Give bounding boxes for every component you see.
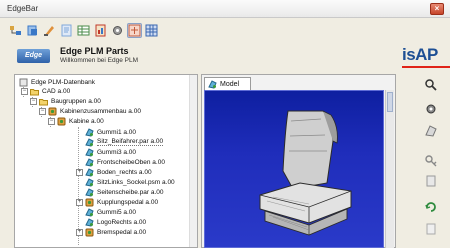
tree-item[interactable]: Kabinenzusammenbau a.00 bbox=[48, 106, 141, 116]
right-sidebar bbox=[420, 74, 450, 248]
header-banner: Edge Edge PLM Parts Willkommen bei Edge … bbox=[8, 42, 450, 70]
part-icon bbox=[85, 157, 94, 167]
tree-item[interactable]: Kupplungspedal a.00 bbox=[85, 197, 158, 207]
viewer-scrollbar[interactable] bbox=[385, 90, 394, 248]
tree-item[interactable]: Gummi5 a.00 bbox=[85, 207, 136, 217]
page-subtitle: Willkommen bei Edge PLM bbox=[60, 57, 139, 64]
window-title: EdgeBar bbox=[7, 4, 39, 13]
grid-button[interactable] bbox=[144, 23, 159, 38]
expander-kupplungspedal[interactable]: + bbox=[76, 199, 83, 206]
tab-model-label: Model bbox=[220, 80, 240, 88]
scroll-thumb[interactable] bbox=[387, 92, 393, 112]
part-icon bbox=[85, 177, 94, 187]
tree-item[interactable]: Seitenscheibe.par a.00 bbox=[85, 187, 164, 197]
document-icon[interactable] bbox=[424, 222, 438, 236]
part-icon bbox=[85, 127, 94, 137]
part-icon[interactable] bbox=[424, 124, 438, 138]
tree-item[interactable]: SitzLinks_Sockel.psm a.00 bbox=[85, 177, 175, 187]
edge-logo: Edge bbox=[17, 49, 50, 63]
tree-item[interactable]: LogoRechts a.00 bbox=[85, 217, 146, 227]
assembly-icon bbox=[85, 228, 94, 236]
tree-item[interactable]: CAD a.00 bbox=[30, 86, 70, 96]
expander-baugruppen[interactable]: − bbox=[30, 98, 37, 105]
isap-logo-underline bbox=[402, 66, 450, 68]
part-icon bbox=[85, 207, 94, 217]
table-button[interactable] bbox=[76, 23, 91, 38]
seat-model-render bbox=[259, 110, 352, 236]
part-icon bbox=[208, 79, 217, 89]
folder-icon bbox=[39, 98, 48, 105]
close-button[interactable]: × bbox=[430, 3, 444, 15]
open-button[interactable] bbox=[25, 23, 40, 38]
tree-root-label: Edge PLM-Datenbank bbox=[31, 78, 95, 86]
gear-icon[interactable] bbox=[424, 102, 438, 116]
3d-viewport[interactable] bbox=[204, 90, 384, 248]
assembly-tree-button[interactable] bbox=[8, 23, 23, 38]
isap-logo: isAP bbox=[402, 45, 438, 64]
tab-model[interactable]: Model bbox=[204, 77, 251, 90]
tree-panel: Edge PLM-Datenbank − CAD a.00 − Baugrupp… bbox=[14, 74, 198, 248]
tree-item[interactable]: Bremspedal a.00 bbox=[85, 227, 146, 237]
title-bar: EdgeBar × bbox=[0, 0, 450, 18]
folder-icon bbox=[30, 88, 39, 95]
part-icon bbox=[85, 137, 94, 147]
database-icon bbox=[19, 78, 28, 86]
expander-kabine[interactable]: − bbox=[48, 118, 55, 125]
tree-scrollbar[interactable] bbox=[189, 75, 197, 247]
search-parts-button[interactable] bbox=[127, 23, 142, 38]
tree-item[interactable]: FrontscheibeOben a.00 bbox=[85, 157, 165, 167]
refresh-icon[interactable] bbox=[424, 200, 438, 214]
tree-item[interactable]: Baugruppen a.00 bbox=[39, 96, 101, 106]
part-icon bbox=[85, 167, 94, 177]
expander-kabinenzusammenbau[interactable]: − bbox=[39, 108, 46, 115]
viewer-panel: Model bbox=[201, 74, 396, 248]
tree-item[interactable]: Sitz_Beifahrer.par a.00 bbox=[85, 137, 164, 147]
report-button[interactable] bbox=[93, 23, 108, 38]
expander-boden[interactable]: + bbox=[76, 169, 83, 176]
assembly-icon bbox=[48, 107, 57, 115]
page-title: Edge PLM Parts bbox=[60, 46, 129, 56]
expander-cad[interactable]: − bbox=[21, 88, 28, 95]
document-icon[interactable] bbox=[424, 174, 438, 188]
toolbar bbox=[8, 23, 198, 40]
tree-item[interactable]: Gummi3 a.00 bbox=[85, 147, 136, 157]
part-icon bbox=[85, 217, 94, 227]
tree-item[interactable]: Kabine a.00 bbox=[57, 116, 104, 126]
tree-item[interactable]: Gummi1 a.00 bbox=[85, 127, 136, 137]
expander-bremspedal[interactable]: + bbox=[76, 229, 83, 236]
edit-button[interactable] bbox=[42, 23, 57, 38]
part-icon bbox=[85, 147, 94, 157]
key-icon[interactable] bbox=[424, 154, 438, 168]
settings-button[interactable] bbox=[110, 23, 125, 38]
document-button[interactable] bbox=[59, 23, 74, 38]
part-icon bbox=[85, 187, 94, 197]
assembly-icon bbox=[85, 198, 94, 206]
tree-item[interactable]: Boden_rechts a.00 bbox=[85, 167, 152, 177]
search-icon[interactable] bbox=[424, 78, 438, 92]
assembly-icon bbox=[57, 117, 66, 125]
